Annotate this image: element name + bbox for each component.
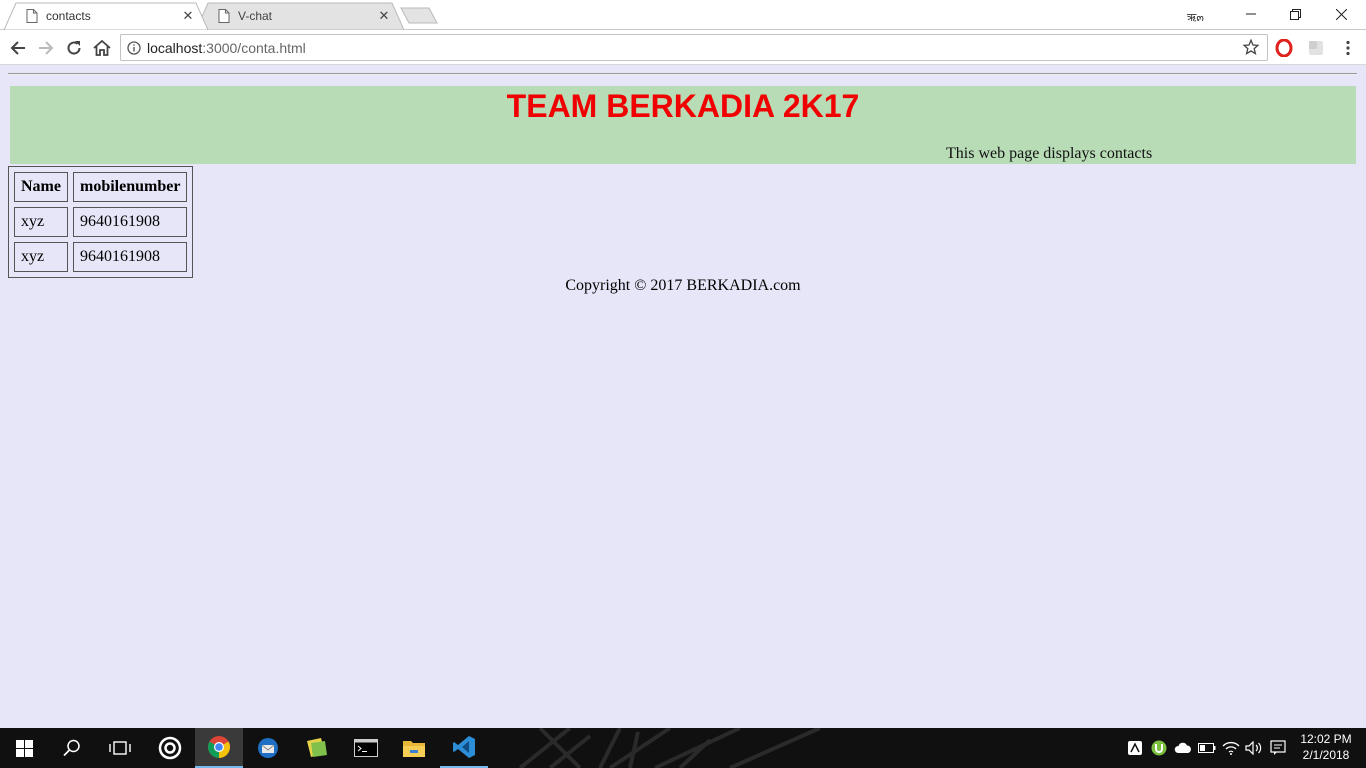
forward-button[interactable] xyxy=(34,36,58,60)
page-title: TEAM BERKADIA 2K17 xyxy=(506,88,860,124)
start-button[interactable] xyxy=(0,728,48,768)
task-view-button[interactable] xyxy=(96,728,144,768)
bookmark-star-icon[interactable] xyxy=(1242,38,1260,60)
cell-mobilenumber: 9640161908 xyxy=(72,242,188,272)
cell-name: xyz xyxy=(14,242,68,272)
clock-time: 12:02 PM xyxy=(1300,732,1352,746)
browser-toolbar: localhost:3000/conta.html xyxy=(0,30,1366,65)
search-icon xyxy=(63,739,80,757)
url-path: :3000/conta.html xyxy=(202,39,306,56)
windows-taskbar: 12:02 PM 2/1/2018 xyxy=(0,728,1366,768)
restore-icon xyxy=(1289,8,1301,20)
taskbar-app-vscode[interactable] xyxy=(440,728,488,768)
back-button[interactable] xyxy=(6,36,30,60)
info-icon[interactable] xyxy=(121,40,147,55)
page-icon xyxy=(218,9,230,23)
vscode-icon xyxy=(453,736,475,758)
wifi-icon[interactable] xyxy=(1221,738,1241,758)
wallpaper-branches xyxy=(518,728,821,768)
cell-name: xyz xyxy=(14,207,68,237)
minimize-button[interactable] xyxy=(1228,0,1274,28)
extension-icon xyxy=(1309,41,1323,55)
table-header-row: Name mobilenumber xyxy=(14,172,188,202)
menu-button[interactable] xyxy=(1336,36,1360,60)
taskbar-app-chrome[interactable] xyxy=(195,728,243,768)
taskbar-app-file-explorer[interactable] xyxy=(390,728,438,768)
home-icon xyxy=(93,40,111,56)
groove-music-icon xyxy=(158,736,182,760)
taskbar-app-groove[interactable] xyxy=(146,728,194,768)
minimize-icon xyxy=(1246,13,1256,15)
page-icon xyxy=(26,9,38,23)
address-bar[interactable]: localhost:3000/conta.html xyxy=(120,34,1268,61)
tray-app-icon[interactable] xyxy=(1125,738,1145,758)
volume-icon[interactable] xyxy=(1244,738,1264,758)
reload-button[interactable] xyxy=(62,36,86,60)
header-banner: TEAM BERKADIA 2K17 This web page display… xyxy=(10,86,1356,164)
profile-name[interactable]: ऋ๓ xyxy=(1187,8,1204,26)
arrow-left-icon xyxy=(10,41,25,55)
extension-button[interactable] xyxy=(1304,36,1328,60)
tab-title: contacts xyxy=(46,9,91,23)
terminal-icon xyxy=(354,739,378,757)
page-viewport: TEAM BERKADIA 2K17 This web page display… xyxy=(0,66,1366,728)
new-tab-button[interactable] xyxy=(400,7,438,24)
page-subtitle: This web page displays contacts xyxy=(946,145,1153,162)
battery-icon[interactable] xyxy=(1197,738,1217,758)
tab-v-chat[interactable]: V-chat ✕ xyxy=(196,2,404,30)
restore-button[interactable] xyxy=(1272,0,1318,28)
browser-tabstrip: V-chat ✕ contacts ✕ ऋ๓ xyxy=(0,0,1366,30)
utorrent-icon[interactable] xyxy=(1149,738,1169,758)
opera-extension-button[interactable] xyxy=(1272,36,1296,60)
clock-date: 2/1/2018 xyxy=(1302,748,1350,762)
folder-icon xyxy=(403,741,425,757)
home-button[interactable] xyxy=(90,36,114,60)
copyright-footer: Copyright © 2017 BERKADIA.com xyxy=(565,277,801,294)
horizontal-rule xyxy=(8,73,1357,75)
close-icon xyxy=(1335,8,1347,20)
reload-icon xyxy=(67,41,81,55)
taskbar-clock[interactable]: 12:02 PM 2/1/2018 xyxy=(1296,731,1356,763)
close-window-button[interactable] xyxy=(1318,0,1364,28)
cell-mobilenumber: 9640161908 xyxy=(72,207,188,237)
task-view-icon xyxy=(109,741,131,755)
table-row: xyz 9640161908 xyxy=(14,207,188,237)
onedrive-icon[interactable] xyxy=(1173,738,1193,758)
kebab-menu-icon xyxy=(1346,40,1350,56)
url-host: localhost xyxy=(147,39,203,56)
close-tab-icon[interactable]: ✕ xyxy=(180,8,196,24)
sticky-notes-icon xyxy=(307,738,327,757)
column-header-mobilenumber: mobilenumber xyxy=(72,172,188,202)
opera-icon xyxy=(1275,39,1293,57)
contacts-table: Name mobilenumber xyz 9640161908 xyz 964… xyxy=(8,166,194,278)
windows-logo-icon xyxy=(15,739,33,757)
table-row: xyz 9640161908 xyxy=(14,242,188,272)
arrow-right-icon xyxy=(39,41,54,55)
taskbar-app-command-prompt[interactable] xyxy=(342,728,390,768)
notification-icon[interactable] xyxy=(1268,738,1288,758)
tab-title: V-chat xyxy=(238,9,273,23)
close-tab-icon[interactable]: ✕ xyxy=(376,8,392,24)
taskbar-app-sticky-notes[interactable] xyxy=(293,728,341,768)
url-text: localhost:3000/conta.html xyxy=(147,40,306,56)
tab-contacts[interactable]: contacts ✕ xyxy=(4,2,208,30)
thunderbird-icon xyxy=(258,738,278,758)
chrome-icon xyxy=(208,736,230,758)
column-header-name: Name xyxy=(14,172,68,202)
taskbar-app-thunderbird[interactable] xyxy=(244,728,292,768)
search-button[interactable] xyxy=(48,728,96,768)
